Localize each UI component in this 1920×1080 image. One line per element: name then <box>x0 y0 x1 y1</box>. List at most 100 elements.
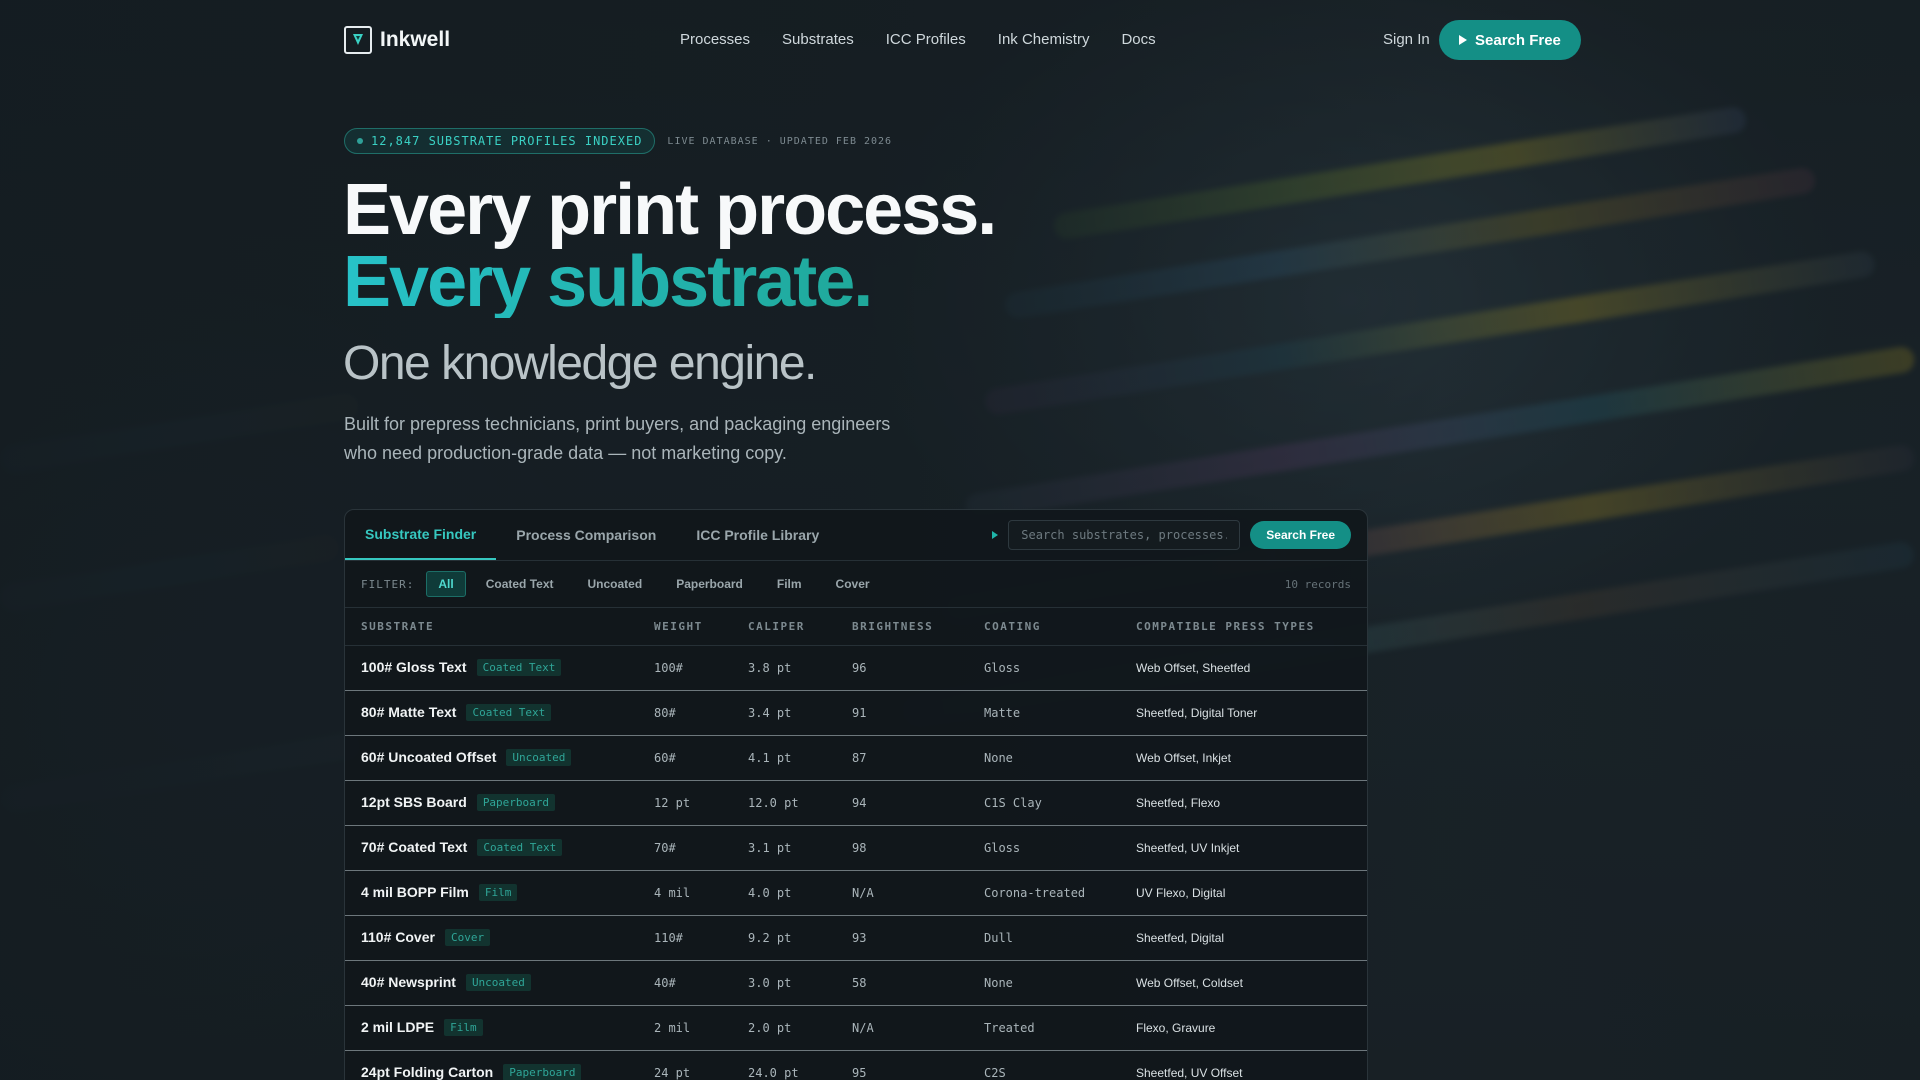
cell-brightness: 94 <box>836 779 968 825</box>
substrate-name: 4 mil BOPP Film <box>361 883 469 900</box>
cell-substrate: 2 mil LDPE Film <box>345 1004 638 1050</box>
cell-brightness: N/A <box>836 1004 968 1050</box>
cell-caliper: 4.1 pt <box>732 734 836 780</box>
category-tag: Uncoated <box>506 748 572 766</box>
cell-caliper: 3.8 pt <box>732 644 836 690</box>
cell-caliper: 24.0 pt <box>732 1049 836 1080</box>
cell-caliper: 2.0 pt <box>732 1004 836 1050</box>
cell-press-types: Sheetfed, Digital Toner <box>1120 689 1367 735</box>
table-row[interactable]: 100# Gloss Text Coated Text 100# 3.8 pt 96 Gl… <box>345 644 1367 690</box>
filter-chip-coated-text[interactable]: Coated Text <box>472 571 568 597</box>
column-header-substrate[interactable]: SUBSTRATE <box>345 608 638 645</box>
brand-logo[interactable]: Inkwell <box>344 26 450 54</box>
cell-coating: Dull <box>968 914 1120 960</box>
filter-chip-cover[interactable]: Cover <box>822 571 884 597</box>
cell-caliper: 9.2 pt <box>732 914 836 960</box>
substrate-name: 40# Newsprint <box>361 973 456 990</box>
table-row[interactable]: 110# Cover Cover 110# 9.2 pt 93 Dull Sheetfed,… <box>345 914 1367 960</box>
search-input[interactable] <box>1008 520 1241 550</box>
table-row[interactable]: 12pt SBS Board Paperboard 12 pt 12.0 pt 94 C1… <box>345 779 1367 825</box>
table-header-row: SUBSTRATE WEIGHT CALIPER BRIGHTNESS COAT… <box>345 608 1367 645</box>
category-tag: Paperboard <box>503 1063 582 1080</box>
substrate-name: 70# Coated Text <box>361 838 468 855</box>
cell-coating: None <box>968 959 1120 1005</box>
record-count: 10 records <box>1284 577 1351 591</box>
sign-in-link[interactable]: Sign In <box>1383 31 1430 48</box>
cell-press-types: Web Offset, Inkjet <box>1120 734 1367 780</box>
category-tag: Cover <box>444 928 491 946</box>
cell-substrate: 110# Cover Cover <box>345 914 638 960</box>
cell-press-types: Flexo, Gravure <box>1120 1004 1367 1050</box>
cell-caliper: 4.0 pt <box>732 869 836 915</box>
substrate-name: 60# Uncoated Offset <box>361 748 497 765</box>
table-row[interactable]: 2 mil LDPE Film 2 mil 2.0 pt N/A Treated Flexo… <box>345 1004 1367 1050</box>
brand-name: Inkwell <box>380 28 451 51</box>
cell-weight: 60# <box>638 734 732 780</box>
cell-brightness: 98 <box>836 824 968 870</box>
filter-chip-all[interactable]: All <box>426 571 466 597</box>
cell-weight: 70# <box>638 824 732 870</box>
cell-coating: C1S Clay <box>968 779 1120 825</box>
cell-coating: C2S <box>968 1049 1120 1080</box>
cell-substrate: 40# Newsprint Uncoated <box>345 959 638 1005</box>
badge-text: 12,847 SUBSTRATE PROFILES INDEXED <box>371 134 643 148</box>
tab-substrate-finder[interactable]: Substrate Finder <box>345 510 497 560</box>
table-row[interactable]: 4 mil BOPP Film Film 4 mil 4.0 pt N/A Corona-… <box>345 869 1367 915</box>
cell-substrate: 80# Matte Text Coated Text <box>345 689 638 735</box>
substrate-name: 12pt SBS Board <box>361 793 467 810</box>
nav-link-docs[interactable]: Docs <box>1121 31 1155 48</box>
tab-icc-profile-library[interactable]: ICC Profile Library <box>676 510 839 560</box>
cell-brightness: 91 <box>836 689 968 735</box>
category-tag: Paperboard <box>476 793 556 811</box>
cell-coating: Matte <box>968 689 1120 735</box>
filter-chip-film[interactable]: Film <box>763 571 816 597</box>
panel-tabs: Substrate Finder Process Comparison ICC … <box>345 510 1367 561</box>
headline-line-3: One knowledge engine. <box>343 337 817 390</box>
live-dot-icon <box>357 138 363 144</box>
cell-weight: 80# <box>638 689 732 735</box>
nav-link-icc-profiles[interactable]: ICC Profiles <box>886 31 966 48</box>
inkwell-logo-icon <box>344 26 372 54</box>
cell-weight: 24 pt <box>638 1049 732 1080</box>
cell-brightness: 58 <box>836 959 968 1005</box>
panel-search-button[interactable]: Search Free <box>1250 521 1351 549</box>
cell-substrate: 4 mil BOPP Film Film <box>345 869 638 915</box>
table-row[interactable]: 70# Coated Text Coated Text 70# 3.1 pt 98 Glo… <box>345 824 1367 870</box>
table-row[interactable]: 40# Newsprint Uncoated 40# 3.0 pt 58 None Web … <box>345 959 1367 1005</box>
search-free-button[interactable]: Search Free <box>1439 20 1581 60</box>
substrate-name: 24pt Folding Carton <box>361 1063 494 1080</box>
cell-press-types: Web Offset, Sheetfed <box>1120 644 1367 690</box>
filter-label: FILTER: <box>361 577 415 591</box>
substrate-name: 2 mil LDPE <box>361 1018 435 1035</box>
nav-links: Processes Substrates ICC Profiles Ink Ch… <box>680 31 1156 48</box>
cell-coating: Gloss <box>968 824 1120 870</box>
prompt-arrow-icon <box>992 531 999 539</box>
cell-brightness: 95 <box>836 1049 968 1080</box>
cell-weight: 100# <box>638 644 732 690</box>
cell-weight: 4 mil <box>638 869 732 915</box>
table-row[interactable]: 80# Matte Text Coated Text 80# 3.4 pt 91 Matt… <box>345 689 1367 735</box>
table-row[interactable]: 24pt Folding Carton Paperboard 24 pt 24.0 p… <box>345 1049 1367 1080</box>
substrate-name: 100# Gloss Text <box>361 658 467 675</box>
column-header-weight[interactable]: WEIGHT <box>638 608 732 645</box>
nav-link-substrates[interactable]: Substrates <box>782 31 854 48</box>
cell-press-types: Sheetfed, Flexo <box>1120 779 1367 825</box>
nav-link-processes[interactable]: Processes <box>680 31 750 48</box>
tab-process-comparison[interactable]: Process Comparison <box>496 510 676 560</box>
cell-caliper: 3.1 pt <box>732 824 836 870</box>
column-header-brightness[interactable]: BRIGHTNESS <box>836 608 968 645</box>
substrate-name: 110# Cover <box>361 928 435 945</box>
cell-brightness: 87 <box>836 734 968 780</box>
column-header-press-types[interactable]: COMPATIBLE PRESS TYPES <box>1120 608 1367 645</box>
substrate-finder-panel: Substrate Finder Process Comparison ICC … <box>344 509 1368 1080</box>
filter-chip-paperboard[interactable]: Paperboard <box>662 571 757 597</box>
table-row[interactable]: 60# Uncoated Offset Uncoated 60# 4.1 pt 87 No… <box>345 734 1367 780</box>
filter-chip-uncoated[interactable]: Uncoated <box>574 571 657 597</box>
category-tag: Film <box>444 1018 483 1036</box>
cell-press-types: UV Flexo, Digital <box>1120 869 1367 915</box>
column-header-caliper[interactable]: CALIPER <box>732 608 836 645</box>
cell-weight: 2 mil <box>638 1004 732 1050</box>
cell-substrate: 12pt SBS Board Paperboard <box>345 779 638 825</box>
column-header-coating[interactable]: COATING <box>968 608 1120 645</box>
nav-link-ink-chemistry[interactable]: Ink Chemistry <box>998 31 1090 48</box>
